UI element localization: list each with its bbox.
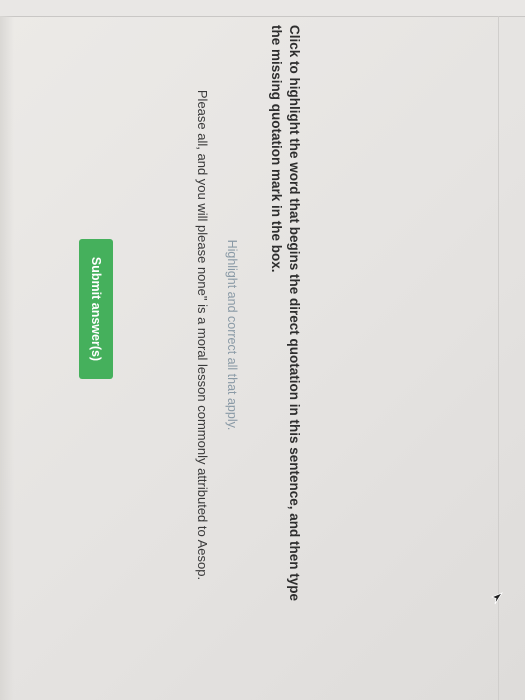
question-panel: Click to highlight the word that begins … xyxy=(21,15,311,655)
screen-edge-shadow xyxy=(0,16,14,700)
quotation-sentence[interactable]: Please all, and you will please none" is… xyxy=(195,15,210,655)
question-instruction: Click to highlight the word that begins … xyxy=(269,25,302,602)
submit-answers-button[interactable]: Submit answer(s) xyxy=(79,239,113,379)
mouse-pointer-icon xyxy=(491,592,503,605)
question-hint: Highlight and correct all that apply. xyxy=(225,239,239,431)
